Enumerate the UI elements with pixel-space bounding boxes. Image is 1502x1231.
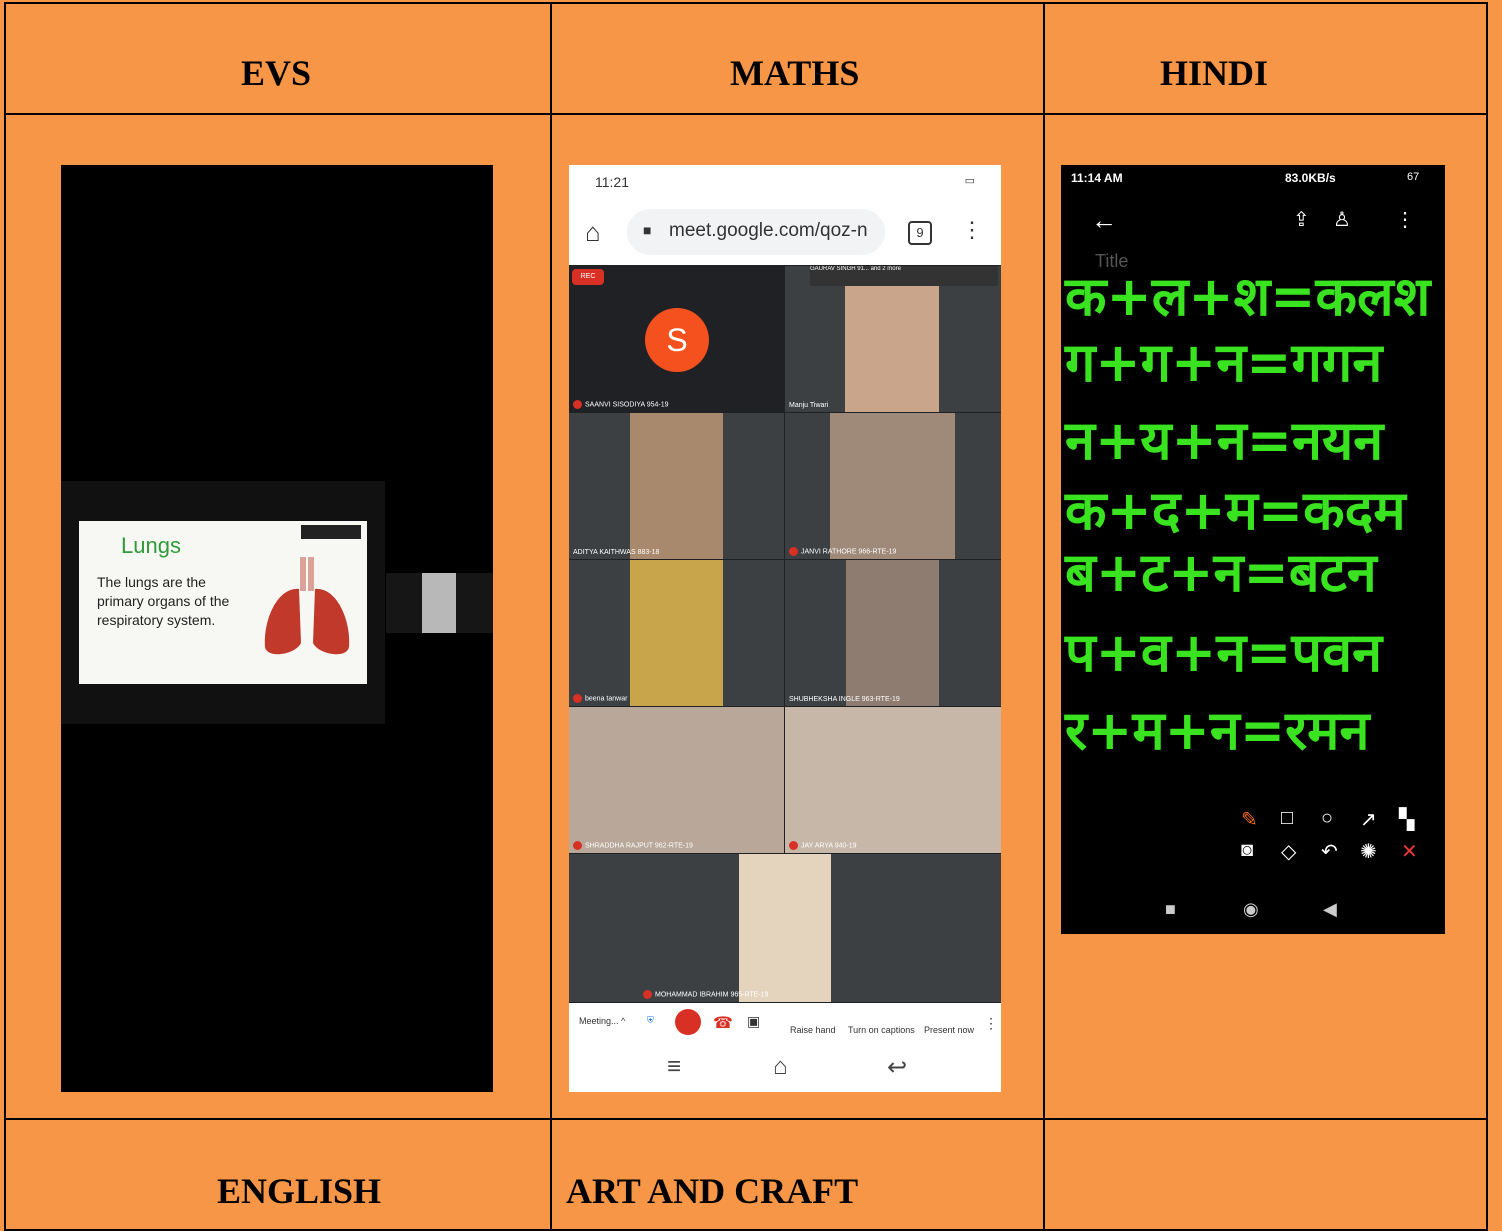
evs-screenshot: Lungs The lungs are the primary organs o… (61, 165, 493, 1092)
brush-icon[interactable]: ✎ (1241, 807, 1258, 832)
handwritten-line: र+म+न=रमन (1065, 699, 1370, 762)
back-triangle-icon[interactable]: ◀ (1323, 899, 1337, 920)
menu-icon[interactable]: ≡ (667, 1053, 681, 1081)
mosaic-icon[interactable]: ▚ (1399, 807, 1414, 832)
mic-off-icon (573, 400, 582, 409)
meeting-details-button[interactable]: Meeting... ^ (579, 1016, 625, 1026)
mic-button[interactable] (675, 1009, 701, 1035)
hindi-screenshot: 11:14 AM 83.0KB/s 67 ← ⇪ ♙ ⋮ Title क+ल+श… (1061, 165, 1445, 934)
arrow-icon[interactable]: ↗ (1360, 807, 1377, 832)
header-hindi: HINDI (1160, 53, 1269, 93)
undo-icon[interactable]: ↶ (1321, 839, 1338, 864)
eraser-icon[interactable]: ◇ (1281, 839, 1296, 864)
participant-tile[interactable]: ADITYA KAITHWAS 883-18 (569, 413, 784, 559)
participant-tile[interactable]: beena tanwar (569, 560, 784, 706)
network-speed: 83.0KB/s (1285, 171, 1336, 185)
handwritten-line: क+ल+श=कलश (1065, 265, 1431, 328)
participant-tile[interactable]: SHUBHEKSHA INGLE 963-RTE-19 (785, 560, 1001, 706)
header-maths: MATHS (730, 53, 860, 93)
recording-badge: REC (572, 269, 604, 285)
slide-text: The lungs are the primary organs of the … (97, 574, 230, 628)
lungs-illustration (264, 557, 350, 655)
header-evs: EVS (241, 53, 312, 93)
handwritten-line: ब+ट+न=बटन (1065, 541, 1377, 604)
palette-icon[interactable]: ✺ (1360, 839, 1377, 864)
participant-name: SHRADDHA RAJPUT 962-RTE-19 (585, 842, 693, 850)
participant-name: SHUBHEKSHA INGLE 963-RTE-19 (789, 696, 900, 703)
lock-icon: ■ (643, 222, 652, 238)
present-button[interactable]: Present now (924, 1025, 974, 1035)
header-english: ENGLISH (217, 1171, 382, 1211)
browser-toolbar: ⌂ ■ meet.google.com/qoz-n 9 ⋮ (569, 199, 1001, 265)
slide-title: Lungs (121, 533, 181, 558)
android-nav-bar: ≡ ⌂ ↩ (569, 1043, 1001, 1092)
status-time: 11:14 AM (1071, 171, 1123, 185)
camera-icon[interactable]: ◙ (1241, 839, 1253, 862)
participant-name: Manju Tiwari (789, 402, 829, 409)
home-icon[interactable]: ⌂ (773, 1053, 788, 1081)
tab-switcher-button[interactable]: 9 (908, 221, 932, 245)
lungs-slide: Lungs The lungs are the primary organs o… (79, 521, 367, 684)
participant-tile[interactable]: GAURAV SINGH 91... and 2 more Manju Tiwa… (785, 266, 1001, 412)
participant-name: MOHAMMAD IBRAHIM 965-RTE-19 (655, 991, 769, 999)
participant-name: ADITYA KAITHWAS 883-18 (573, 549, 660, 556)
meet-controls: Meeting... ^ ⛨ ☎ ▣ Raise hand Turn on ca… (569, 1003, 1001, 1043)
top-info: GAURAV SINGH 91... and 2 more (810, 266, 998, 286)
raise-hand-button[interactable]: Raise hand (790, 1025, 836, 1035)
shirt-icon[interactable]: ♙ (1333, 207, 1351, 232)
rectangle-icon[interactable]: □ (1281, 807, 1293, 830)
address-bar[interactable]: ■ meet.google.com/qoz-n (627, 209, 885, 255)
share-icon[interactable]: ⇪ (1293, 207, 1310, 232)
participant-tile[interactable]: MOHAMMAD IBRAHIM 965-RTE-19 (569, 854, 1001, 1002)
participant-name: SAANVI SISODIYA 954-19 (585, 401, 669, 409)
status-bar: 11:21 ▭ (569, 165, 1001, 199)
handwritten-line: ग+ग+न=गगन (1065, 331, 1383, 394)
participant-tile[interactable]: SHRADDHA RAJPUT 962-RTE-19 (569, 707, 784, 853)
back-arrow-icon[interactable]: ← (1091, 205, 1117, 236)
participant-name: JAY ARYA 940-19 (801, 842, 857, 850)
header-art-and-craft: ART AND CRAFT (566, 1171, 859, 1211)
participant-tile[interactable]: REC S SAANVI SISODIYA 954-19 (569, 266, 784, 412)
handwritten-line: प+व+न=पवन (1065, 621, 1383, 684)
participant-thumbnail[interactable] (386, 573, 493, 633)
school-logo (301, 525, 361, 539)
battery-level: 67 (1407, 171, 1420, 183)
shield-icon[interactable]: ⛨ (647, 1015, 654, 1026)
maths-screenshot: 11:21 ▭ ⌂ ■ meet.google.com/qoz-n 9 ⋮ RE… (569, 165, 1001, 1092)
avatar: S (645, 308, 709, 372)
home-circle-icon[interactable]: ◉ (1243, 899, 1259, 920)
camera-icon[interactable]: ▣ (747, 1013, 760, 1030)
status-time: 11:21 (595, 174, 629, 190)
url-text: meet.google.com/qoz-n (669, 220, 868, 241)
home-icon[interactable]: ⌂ (585, 217, 601, 248)
row-divider (4, 1118, 1488, 1120)
recents-icon[interactable]: ■ (1165, 899, 1176, 920)
more-menu-icon[interactable]: ⋮ (961, 217, 983, 243)
column-divider (1043, 2, 1045, 1231)
row-divider (4, 113, 1488, 115)
circle-icon[interactable]: ○ (1321, 807, 1333, 830)
back-icon[interactable]: ↩ (887, 1053, 907, 1082)
more-options-icon[interactable]: ⋮ (984, 1015, 998, 1032)
participant-tile[interactable]: JANVI RATHORE 966-RTE-19 (785, 413, 1001, 559)
battery-icon: ▭ (964, 175, 975, 187)
participant-name: beena tanwar (585, 695, 628, 703)
column-divider (550, 2, 552, 1231)
captions-button[interactable]: Turn on captions (848, 1025, 915, 1035)
close-icon[interactable]: ✕ (1401, 839, 1418, 864)
end-call-icon[interactable]: ☎ (713, 1013, 733, 1033)
participant-tile[interactable]: JAY ARYA 940-19 (785, 707, 1001, 853)
more-menu-icon[interactable]: ⋮ (1395, 207, 1415, 232)
handwritten-line: न+य+न=नयन (1065, 409, 1384, 472)
participant-name: JANVI RATHORE 966-RTE-19 (801, 548, 897, 556)
